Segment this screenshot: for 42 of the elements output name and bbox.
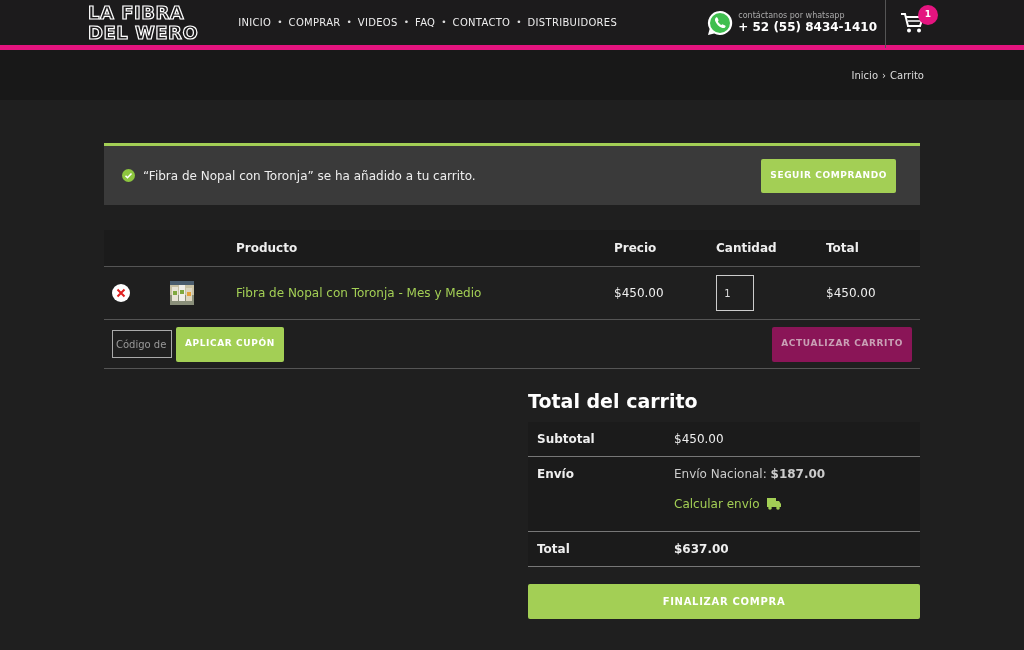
breadcrumb-current: Carrito [890, 68, 924, 83]
breadcrumb-link[interactable]: Inicio [851, 67, 878, 83]
product-price: $450.00 [614, 286, 664, 300]
column-header: Producto [236, 241, 298, 255]
notice-message: “Fibra de Nopal con Toronja” se ha añadido a tu carrito. [143, 167, 476, 185]
cart-icon[interactable] [900, 11, 924, 34]
totals-title: Total del carrito [528, 389, 699, 414]
nav-link[interactable]: VIDEOS [357, 15, 398, 30]
nav-separator: • [403, 15, 409, 29]
column-header: Cantidad [716, 241, 777, 255]
phone-number[interactable]: + 52 (55) 8434-1410 [738, 20, 877, 34]
logo-text[interactable]: DEL WERO [88, 22, 199, 43]
cart-count-badge: 1 [918, 4, 938, 25]
check-icon [122, 169, 135, 182]
whatsapp-icon[interactable] [706, 8, 735, 37]
quantity-field[interactable]: 1 [716, 275, 754, 311]
nav-link[interactable]: DISTRIBUIDORES [527, 15, 618, 30]
remove-icon[interactable] [112, 284, 130, 303]
column-header: Precio [614, 241, 657, 255]
breadcrumb-separator: › [882, 68, 886, 83]
truck-icon [767, 497, 782, 510]
order-total: $637.00 [674, 541, 729, 556]
column-header: Total [826, 241, 859, 255]
nav-link[interactable]: FAQ [415, 15, 436, 30]
product-link[interactable]: Fibra de Nopal con Toronja - Mes y Medio [236, 286, 482, 300]
row-label: Total [537, 541, 570, 556]
shipping-method: Envío Nacional: $187.00 [674, 465, 827, 483]
row-label: Envío [537, 466, 574, 481]
nav-separator: • [516, 15, 522, 29]
nav-link[interactable]: CONTACTO [452, 15, 511, 30]
line-total: $450.00 [826, 286, 876, 300]
nav-link[interactable]: INICIO [238, 15, 272, 30]
nav-link[interactable]: COMPRAR [288, 15, 341, 30]
row-label: Subtotal [537, 431, 595, 446]
whatsapp-caption: contáctanos por whatsapp [738, 11, 846, 20]
nav-separator: • [346, 15, 352, 29]
row-value: $450.00 [674, 431, 724, 446]
logo-text[interactable]: LA FIBRA [88, 2, 199, 23]
nav-separator: • [277, 15, 283, 29]
coupon-field[interactable]: Código de [112, 330, 172, 358]
calculate-shipping-link[interactable]: Calcular envío [674, 494, 760, 513]
nav-separator: • [441, 15, 447, 29]
